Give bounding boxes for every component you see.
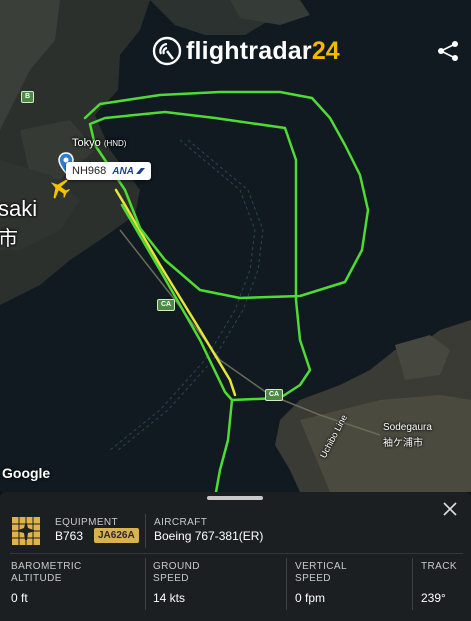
divider (286, 558, 287, 610)
ground-speed-label-2: SPEED (153, 573, 189, 584)
equipment-icon (11, 516, 41, 546)
place-sodegaura: Sodegaura (383, 422, 432, 433)
baro-altitude-label-1: BAROMETRIC (11, 561, 82, 572)
flightradar24-logo: flightradar 24 (152, 36, 340, 66)
flight-track (83, 90, 370, 492)
divider (10, 553, 463, 554)
divider (145, 558, 146, 610)
vertical-speed-label-1: VERTICAL (295, 561, 347, 572)
aircraft-info-panel: EQUIPMENT B763 JA626A AIRCRAFT Boeing 76… (0, 492, 471, 621)
place-kawasaki-jp: 市 (0, 228, 18, 250)
vertical-speed-value: 0 fpm (295, 591, 326, 605)
track-label: TRACK (421, 561, 457, 572)
aircraft-label: AIRCRAFT (154, 517, 208, 528)
place-kawasaki: saki (0, 196, 38, 221)
share-icon[interactable] (435, 39, 461, 63)
airport-code: (HND) (103, 139, 127, 148)
vertical-speed-label-2: SPEED (295, 573, 331, 584)
road-shield-ca: CA (157, 299, 176, 311)
radar-icon (152, 36, 182, 66)
registration-badge[interactable]: JA626A (94, 528, 139, 543)
equipment-value: B763 (55, 529, 84, 543)
logo-text: flightradar (186, 36, 312, 65)
ground-speed-label-1: GROUND (153, 561, 200, 572)
airport-name: Tokyo (72, 137, 101, 149)
flight-map[interactable]: flightradar 24 Tokyo (HND) NH968 ANA saki… (0, 0, 471, 492)
track-value: 239° (421, 591, 446, 605)
flight-tag[interactable]: NH968 ANA (66, 162, 151, 180)
divider (412, 558, 413, 610)
ground-speed-value: 14 kts (153, 591, 186, 605)
close-icon[interactable] (441, 500, 459, 518)
drag-handle[interactable] (207, 496, 263, 500)
divider (145, 514, 146, 548)
logo-accent: 24 (311, 36, 340, 65)
road-shield-ca: CA (265, 389, 284, 401)
aircraft-icon[interactable] (46, 176, 72, 200)
baro-altitude-label-2: ALTITUDE (11, 573, 62, 584)
aircraft-value: Boeing 767-381(ER) (154, 529, 264, 543)
ana-stripe-icon (135, 168, 145, 174)
flight-callsign: NH968 (72, 165, 107, 177)
place-sodegaura-jp: 袖ケ浦市 (383, 438, 423, 449)
airline-logo: ANA (112, 165, 134, 177)
airport-label[interactable]: Tokyo (HND) (72, 137, 126, 149)
baro-altitude-value: 0 ft (11, 591, 28, 605)
google-attribution: Google (2, 465, 51, 481)
road-shield-b: B (21, 91, 35, 103)
